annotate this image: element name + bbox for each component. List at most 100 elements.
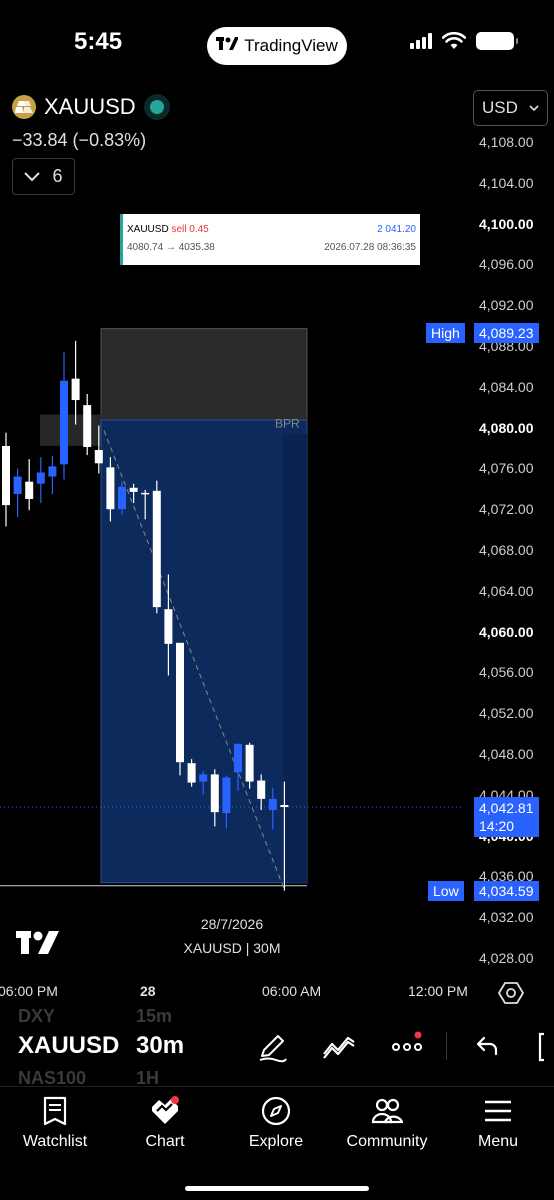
- chart-caption: XAUUSD | 30M: [183, 940, 281, 956]
- low-price-label: 4,034.59: [474, 880, 539, 901]
- price-tick: 4,080.00: [479, 419, 534, 436]
- candle-body: [199, 774, 208, 782]
- chart-settings-icon[interactable]: [498, 980, 524, 1006]
- candle-body: [210, 774, 219, 813]
- nav-community-label: Community: [346, 1133, 428, 1150]
- low-tag: Low: [428, 880, 464, 901]
- candle-body: [48, 466, 57, 477]
- candle-body: [106, 467, 115, 510]
- candle-body: [83, 405, 92, 447]
- last-price-label: 4,042.81 14:20: [474, 796, 539, 837]
- chart-icon: [152, 1096, 179, 1124]
- candle-body: [222, 777, 231, 814]
- cellular-signal-icon: [410, 33, 432, 49]
- time-label: 06:00 AM: [262, 983, 322, 999]
- price-tick: 4,096.00: [479, 256, 534, 273]
- bar-countdown: 14:20: [479, 817, 515, 834]
- candle-body: [164, 609, 173, 644]
- price-tick: 4,104.00: [479, 174, 534, 191]
- tradingview-pill[interactable]: TradingView: [207, 27, 347, 65]
- bottom-navigation: Watchlist Chart Explore Community Menu: [0, 1086, 554, 1200]
- tradingview-watermark-icon: [16, 931, 59, 954]
- tradingview-pill-label: TradingView: [244, 36, 338, 55]
- price-tick: 4,048.00: [479, 746, 534, 762]
- ghost-symbol[interactable]: DXY: [18, 1006, 55, 1027]
- high-tag: High: [426, 323, 465, 344]
- gold-symbol-icon: [12, 95, 36, 119]
- watchlist-icon: [43, 1096, 67, 1126]
- toolbar-symbol-picker[interactable]: XAUUSD: [18, 1032, 119, 1060]
- trade-pnl: 2 041.20: [377, 224, 416, 235]
- candle-body: [94, 450, 103, 464]
- status-time: 5:45: [74, 28, 123, 55]
- hamburger-menu-icon: [485, 1100, 511, 1122]
- toolbar-divider: [446, 1032, 447, 1060]
- bpr-zone: [100, 328, 308, 423]
- market-open-status-icon[interactable]: [143, 94, 170, 120]
- candle-body: [25, 481, 34, 499]
- price-tick: 4,072.00: [479, 501, 534, 518]
- candle-body: [280, 805, 289, 808]
- more-options-icon[interactable]: [390, 1030, 424, 1064]
- candle-body: [187, 763, 196, 783]
- candle-body: [234, 743, 242, 773]
- symbol-header[interactable]: XAUUSD: [12, 94, 170, 120]
- candle-body: [176, 642, 184, 763]
- price-tick: 4,064.00: [479, 582, 534, 599]
- nav-menu[interactable]: Menu: [443, 1087, 553, 1151]
- price-tick: 4,108.00: [479, 134, 534, 150]
- nav-community[interactable]: Community: [332, 1087, 442, 1151]
- compass-icon: [261, 1096, 291, 1126]
- price-tick: 4,092.00: [479, 297, 534, 314]
- nav-watchlist-label: Watchlist: [22, 1133, 88, 1150]
- bpr-zone-label: BPR: [275, 417, 300, 431]
- toolbar-interval-picker[interactable]: 30m: [136, 1032, 184, 1060]
- fullscreen-icon[interactable]: [530, 1030, 554, 1064]
- battery-icon: [476, 32, 518, 50]
- price-tick: 4,060.00: [479, 623, 534, 640]
- currency-select[interactable]: USD: [473, 90, 548, 126]
- projection-band: [283, 434, 307, 883]
- home-indicator: [185, 1186, 369, 1191]
- nav-explore-label: Explore: [248, 1133, 304, 1150]
- time-axis[interactable]: 06:00 PM 28 06:00 AM 12:00 PM: [0, 983, 470, 1003]
- symbol-name[interactable]: XAUUSD: [44, 94, 136, 120]
- chart-date: 28/7/2026: [200, 916, 264, 932]
- trade-info-box[interactable]: XAUUSD sell 0.45 2 041.20 4080.74 → 4035…: [120, 214, 420, 265]
- last-price-value: 4,042.81: [479, 799, 534, 816]
- candle-body: [118, 486, 126, 510]
- time-label: 12:00 PM: [408, 983, 468, 999]
- price-tick: 4,056.00: [479, 664, 534, 681]
- currency-value: USD: [482, 98, 518, 117]
- time-label: 28: [140, 983, 156, 999]
- ghost-interval[interactable]: 15m: [136, 1006, 172, 1027]
- status-bar: 5:45 TradingView: [0, 0, 554, 80]
- status-icons: [410, 32, 518, 50]
- price-axis[interactable]: 4,108.00 4,104.00 4,100.00 4,096.00 4,092.00…: [464, 125, 554, 975]
- undo-icon[interactable]: [470, 1030, 504, 1064]
- nav-watchlist[interactable]: Watchlist: [0, 1087, 110, 1151]
- price-tick: 4,032.00: [479, 909, 534, 926]
- nav-chart[interactable]: Chart: [110, 1087, 220, 1151]
- tradingview-logo-icon: [216, 37, 240, 55]
- price-tick: 4,084.00: [479, 378, 534, 395]
- nav-menu-label: Menu: [477, 1133, 519, 1150]
- candle-body: [152, 490, 161, 608]
- candle-body: [141, 492, 150, 495]
- drawing-tool-icon[interactable]: [256, 1030, 290, 1064]
- candle-body: [13, 476, 22, 494]
- candle-body: [2, 445, 10, 506]
- candle-body: [71, 378, 80, 401]
- price-tick: 4,052.00: [479, 705, 534, 722]
- price-tick: 4,068.00: [479, 542, 534, 558]
- price-tick: 4,076.00: [479, 460, 534, 477]
- price-tick: 4,100.00: [479, 215, 534, 232]
- trade-datetime: 2026.07.28 08:36:35: [324, 242, 416, 253]
- high-price-label: 4,089.23: [474, 323, 539, 344]
- nav-explore[interactable]: Explore: [221, 1087, 331, 1151]
- indicators-icon[interactable]: [322, 1030, 356, 1064]
- nav-chart-label: Chart: [145, 1133, 185, 1150]
- trade-side: sell 0.45: [171, 224, 209, 235]
- price-tick: 4,028.00: [479, 950, 534, 966]
- trade-symbol: XAUUSD: [127, 224, 169, 235]
